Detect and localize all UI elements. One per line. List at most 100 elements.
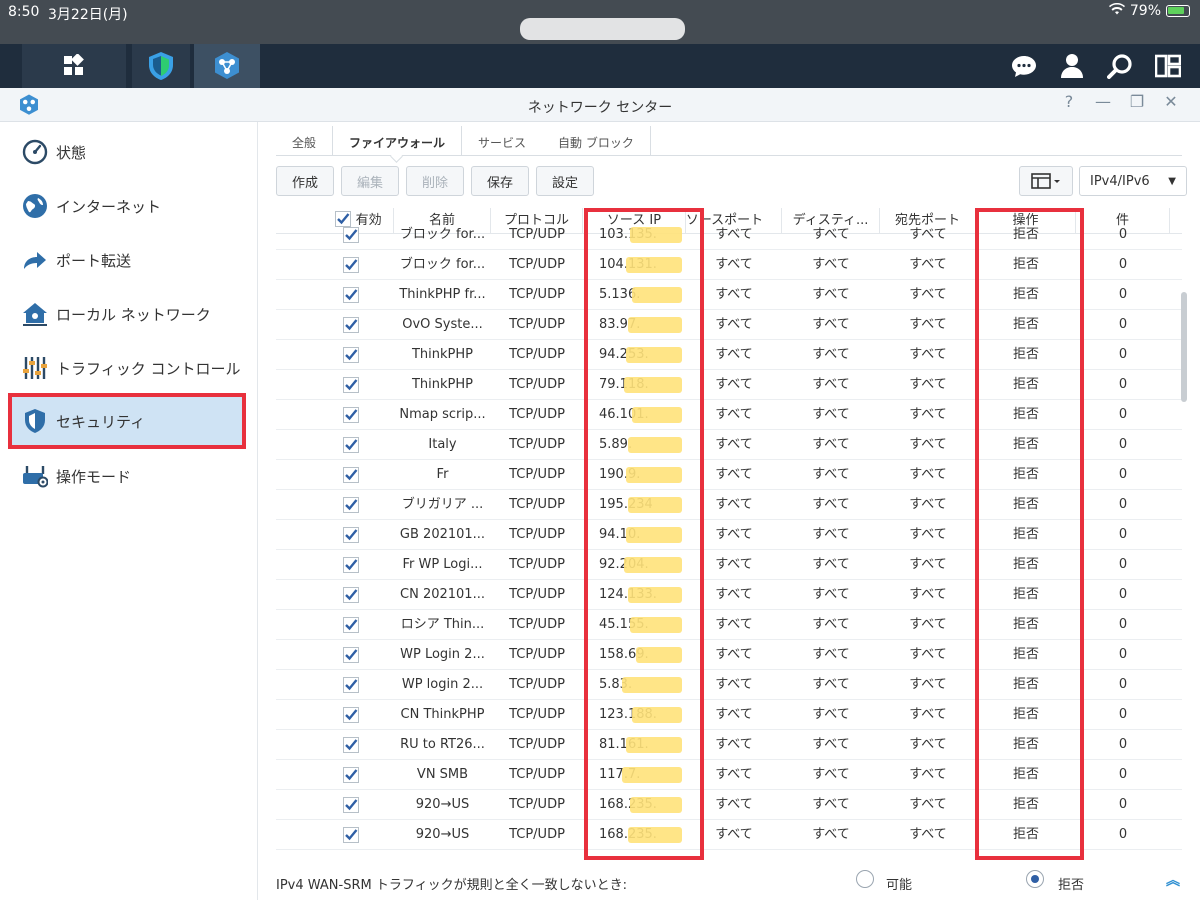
row-count: 0 xyxy=(1118,767,1128,782)
sidebar-item-port-forwarding[interactable]: ポート転送 xyxy=(12,235,244,285)
widgets-button[interactable] xyxy=(1144,44,1192,88)
row-enabled-checkbox[interactable] xyxy=(343,347,359,363)
widgets-icon xyxy=(1155,54,1181,78)
row-destination: すべて xyxy=(812,497,850,512)
row-protocol: TCP/UDP xyxy=(509,827,565,842)
chevron-down-icon: ▼ xyxy=(1168,175,1176,187)
row-enabled-checkbox[interactable] xyxy=(343,587,359,603)
sidebar-item-status[interactable]: 状態 xyxy=(12,127,244,177)
row-count: 0 xyxy=(1118,707,1128,722)
row-enabled-checkbox[interactable] xyxy=(343,647,359,663)
minimize-icon[interactable]: — xyxy=(1090,92,1116,111)
tab-bar: 全般 ファイアウォール サービス 自動 ブロック xyxy=(276,126,1182,156)
blurred-url xyxy=(520,18,685,40)
row-enabled-checkbox[interactable] xyxy=(343,287,359,303)
sidebar-item-operation-mode[interactable]: 操作モード xyxy=(12,451,244,501)
delete-button[interactable]: 削除 xyxy=(406,166,464,196)
row-dest-port: すべて xyxy=(909,437,947,452)
row-name: ブロック for... xyxy=(399,257,486,272)
default-policy-bar: IPv4 WAN-SRM トラフィックが規則と全く一致しないとき: 可能 拒否 … xyxy=(276,864,1182,900)
row-enabled-checkbox[interactable] xyxy=(343,317,359,333)
table-scrollbar[interactable] xyxy=(1181,292,1187,402)
security-advisor-app[interactable] xyxy=(132,44,190,88)
row-enabled-checkbox[interactable] xyxy=(343,467,359,483)
chat-button[interactable] xyxy=(1000,44,1048,88)
window-title: ネットワーク センター xyxy=(527,100,673,116)
tab-services[interactable]: サービス xyxy=(462,126,542,156)
sidebar-item-label: ローカル ネットワーク xyxy=(56,305,211,324)
row-dest-port: すべて xyxy=(909,467,947,482)
row-enabled-checkbox[interactable] xyxy=(343,737,359,753)
user-button[interactable] xyxy=(1048,44,1096,88)
row-enabled-checkbox[interactable] xyxy=(343,527,359,543)
row-protocol: TCP/UDP xyxy=(509,347,565,362)
default-policy-label: IPv4 WAN-SRM トラフィックが規則と全く一致しないとき: xyxy=(276,878,627,893)
row-protocol: TCP/UDP xyxy=(509,737,565,752)
sidebar-item-security[interactable]: セキュリティ xyxy=(8,393,246,449)
row-destination: すべて xyxy=(812,287,850,302)
help-icon[interactable]: ? xyxy=(1056,92,1082,111)
search-button[interactable] xyxy=(1096,44,1144,88)
row-destination: すべて xyxy=(812,317,850,332)
ip-version-select[interactable]: IPv4/IPv6 ▼ xyxy=(1079,166,1187,196)
save-button[interactable]: 保存 xyxy=(471,166,529,196)
row-protocol: TCP/UDP xyxy=(509,467,565,482)
row-destination: すべて xyxy=(812,257,850,272)
action-highlight-box xyxy=(975,208,1084,860)
home-network-icon xyxy=(22,301,48,327)
main-menu-button[interactable] xyxy=(22,44,126,88)
sidebar-item-local-network[interactable]: ローカル ネットワーク xyxy=(12,289,244,339)
row-name: 920→US xyxy=(415,797,470,812)
tab-auto-block[interactable]: 自動 ブロック xyxy=(542,126,651,156)
tab-firewall[interactable]: ファイアウォール xyxy=(332,126,463,156)
chat-icon xyxy=(1012,56,1036,77)
sidebar-item-internet[interactable]: インターネット xyxy=(12,181,244,231)
settings-button[interactable]: 設定 xyxy=(536,166,594,196)
restore-icon[interactable]: ❐ xyxy=(1124,92,1150,111)
radio-allow[interactable] xyxy=(856,870,874,888)
row-name: ブロック for... xyxy=(399,227,486,242)
row-dest-port: すべて xyxy=(909,347,947,362)
row-dest-port: すべて xyxy=(909,557,947,572)
row-enabled-checkbox[interactable] xyxy=(343,407,359,423)
row-enabled-checkbox[interactable] xyxy=(343,437,359,453)
sidebar-item-label: インターネット xyxy=(56,197,162,216)
row-name: OvO Syste... xyxy=(402,317,483,332)
row-enabled-checkbox[interactable] xyxy=(343,767,359,783)
sliders-icon xyxy=(22,355,48,381)
row-count: 0 xyxy=(1118,407,1128,422)
row-destination: すべて xyxy=(812,617,850,632)
radio-deny[interactable] xyxy=(1026,870,1044,888)
row-count: 0 xyxy=(1118,317,1128,332)
row-enabled-checkbox[interactable] xyxy=(343,377,359,393)
row-destination: すべて xyxy=(812,527,850,542)
battery-percent: 79% xyxy=(1129,3,1161,19)
row-protocol: TCP/UDP xyxy=(509,257,565,272)
row-enabled-checkbox[interactable] xyxy=(343,617,359,633)
edit-button[interactable]: 編集 xyxy=(341,166,399,196)
row-destination: すべて xyxy=(812,647,850,662)
row-enabled-checkbox[interactable] xyxy=(343,677,359,693)
row-name: Nmap scrip... xyxy=(399,407,486,422)
row-enabled-checkbox[interactable] xyxy=(343,707,359,723)
sidebar-item-traffic-control[interactable]: トラフィック コントロール xyxy=(12,343,244,393)
row-enabled-checkbox[interactable] xyxy=(343,497,359,513)
layout-icon xyxy=(1031,173,1060,189)
column-layout-button[interactable] xyxy=(1019,166,1073,196)
network-center-app[interactable] xyxy=(194,44,260,88)
row-enabled-checkbox[interactable] xyxy=(343,227,359,243)
row-enabled-checkbox[interactable] xyxy=(343,827,359,843)
search-icon xyxy=(1107,54,1132,79)
row-enabled-checkbox[interactable] xyxy=(343,557,359,573)
row-protocol: TCP/UDP xyxy=(509,797,565,812)
row-enabled-checkbox[interactable] xyxy=(343,257,359,273)
close-icon[interactable]: ✕ xyxy=(1158,92,1184,111)
row-destination: すべて xyxy=(812,677,850,692)
collapse-chevron-up-icon[interactable]: ︽ xyxy=(1166,870,1180,890)
row-destination: すべて xyxy=(812,827,850,842)
sidebar-item-label: 状態 xyxy=(56,143,87,162)
row-enabled-checkbox[interactable] xyxy=(343,797,359,813)
row-name: CN 202101... xyxy=(400,587,485,602)
tab-general[interactable]: 全般 xyxy=(276,126,332,156)
create-button[interactable]: 作成 xyxy=(276,166,334,196)
